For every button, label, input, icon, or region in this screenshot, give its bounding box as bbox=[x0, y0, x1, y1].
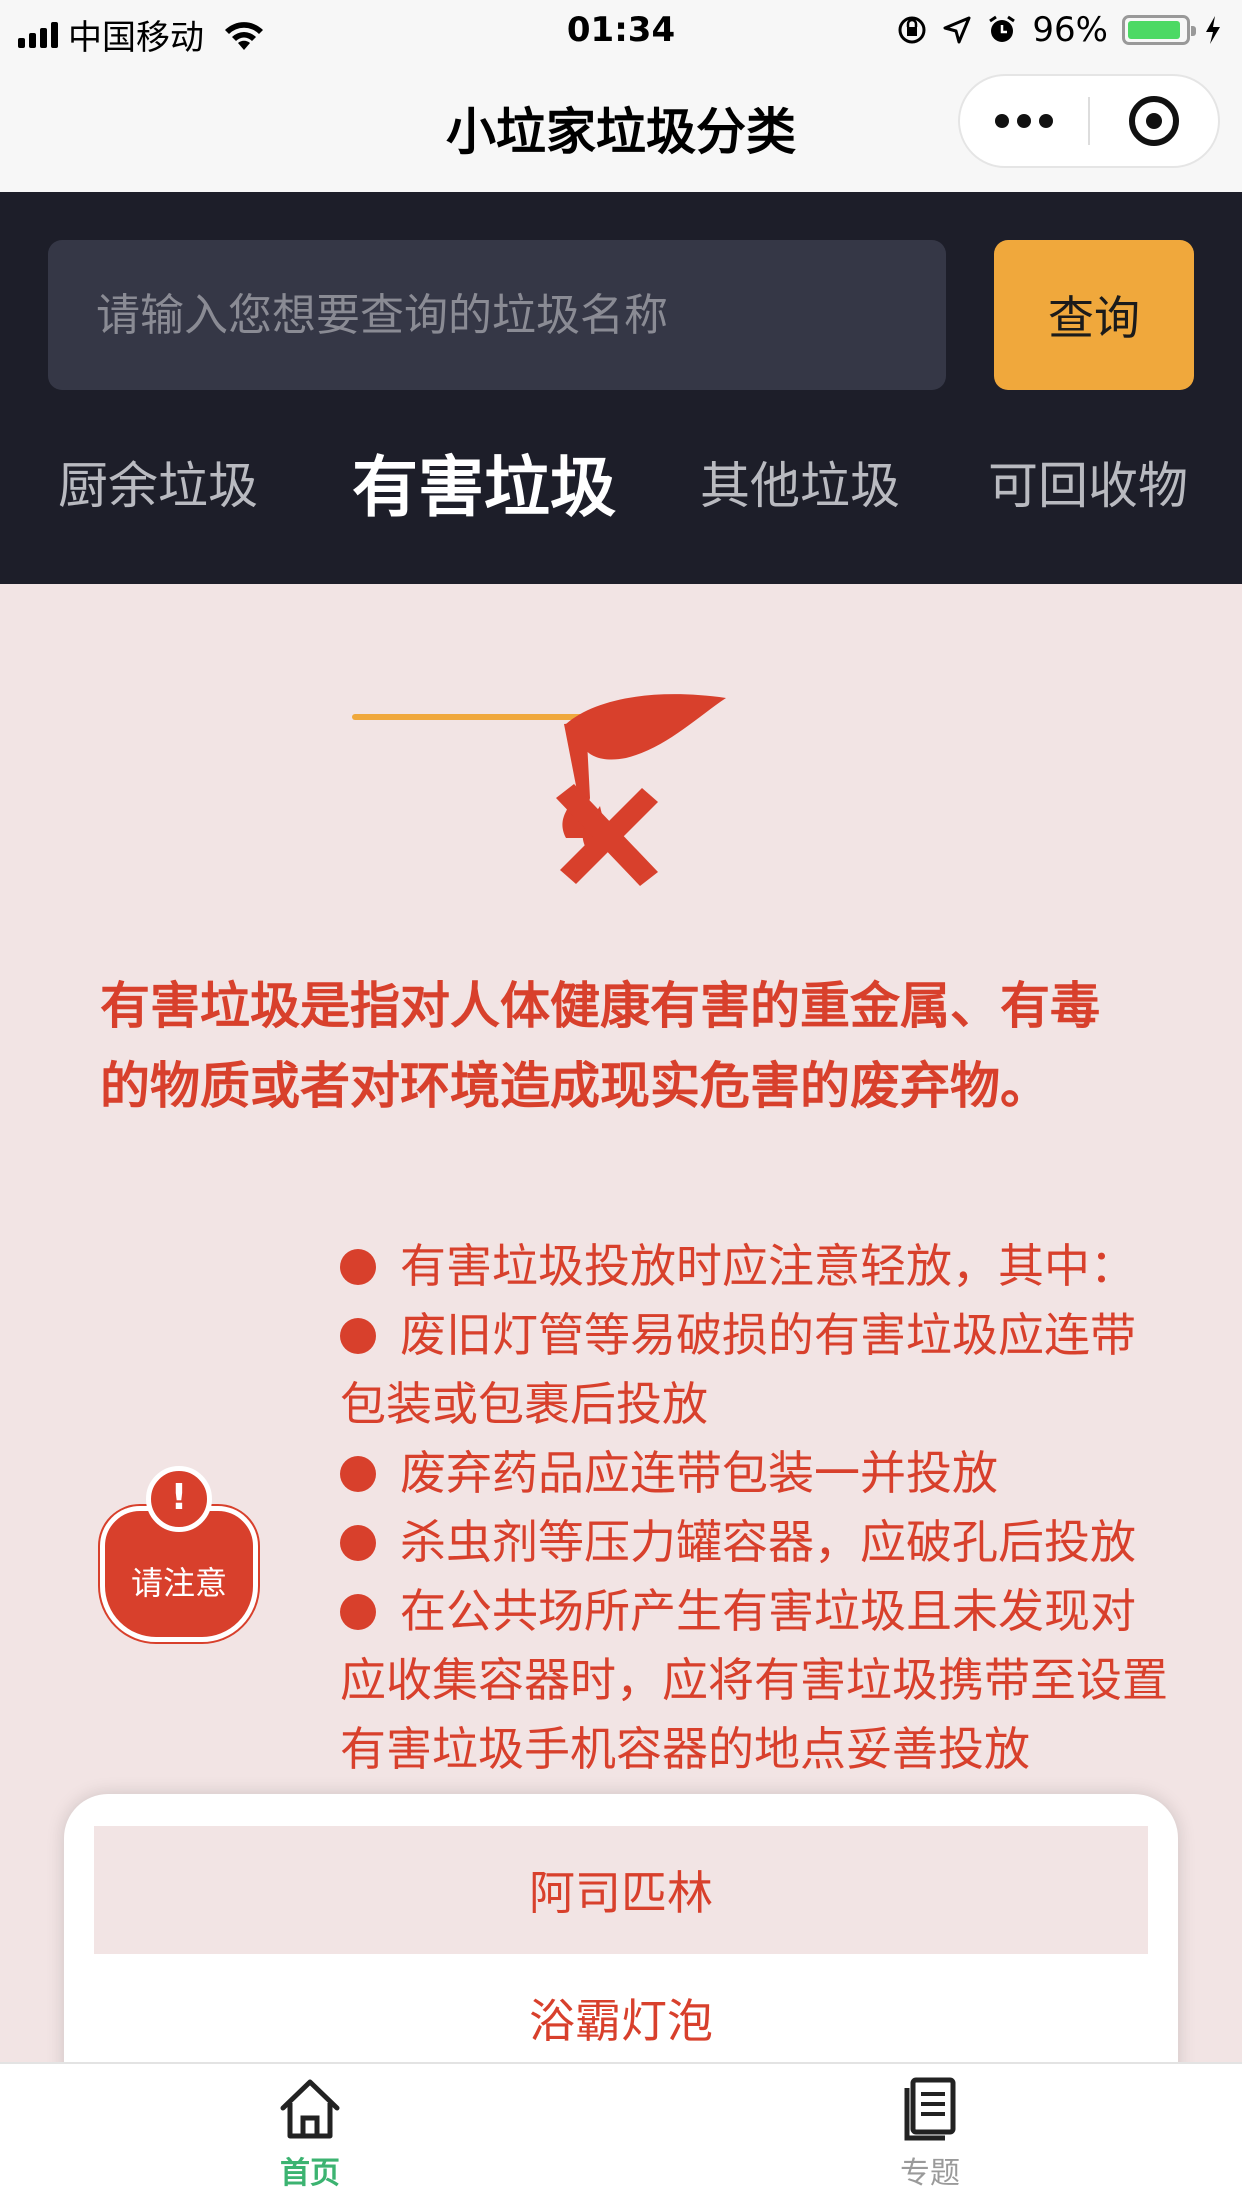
bullet-icon bbox=[340, 1594, 376, 1630]
tab-hazardous-waste[interactable]: 有害垃圾 bbox=[344, 422, 624, 542]
bullet-icon bbox=[340, 1525, 376, 1561]
note-item: 有害垃圾投放时应注意轻放，其中： bbox=[340, 1232, 1180, 1301]
tabbar-topics-label: 专题 bbox=[900, 2156, 960, 2191]
document-list-icon bbox=[904, 2077, 956, 2141]
tabbar-home-label: 首页 bbox=[280, 2156, 340, 2191]
bullet-icon bbox=[340, 1318, 376, 1354]
more-dots-icon[interactable] bbox=[960, 114, 1088, 128]
tab-other-waste[interactable]: 其他垃圾 bbox=[690, 422, 910, 542]
tab-kitchen-waste[interactable]: 厨余垃圾 bbox=[48, 422, 268, 542]
mini-program-capsule bbox=[958, 74, 1220, 168]
note-item: 在公共场所产生有害垃圾且未发现对应收集容器时，应将有害垃圾携带至设置有害垃圾手机… bbox=[340, 1584, 1168, 1776]
battery-icon bbox=[1122, 15, 1196, 45]
home-icon bbox=[280, 2079, 340, 2139]
nav-bar: 小垃家垃圾分类 bbox=[0, 62, 1242, 192]
battery-percent: 96% bbox=[1032, 10, 1108, 50]
tabbar-home[interactable]: 首页 bbox=[210, 2076, 410, 2192]
search-header: 查询 厨余垃圾 有害垃圾 其他垃圾 可回收物 bbox=[0, 192, 1242, 720]
target-close-icon[interactable] bbox=[1090, 96, 1218, 146]
charging-icon bbox=[1206, 16, 1220, 44]
note-item: 杀虫剂等压力罐容器，应破孔后投放 bbox=[340, 1508, 1180, 1577]
alarm-icon bbox=[989, 15, 1016, 42]
hazardous-waste-icon bbox=[556, 694, 726, 886]
bullet-icon bbox=[340, 1456, 376, 1492]
category-tabs: 厨余垃圾 有害垃圾 其他垃圾 可回收物 bbox=[0, 422, 1242, 720]
note-item: 废弃药品应连带包装一并投放 bbox=[340, 1439, 1180, 1508]
status-right: 96% bbox=[896, 10, 1222, 50]
attention-label: 请注意 bbox=[130, 1564, 227, 1602]
attention-badge: 请注意 ! bbox=[100, 1466, 258, 1646]
example-items-card: 阿司匹林 浴霸灯泡 bbox=[64, 1794, 1178, 2094]
tabbar-topics[interactable]: 专题 bbox=[830, 2076, 1030, 2192]
orientation-lock-icon bbox=[898, 16, 926, 44]
status-bar: 中国移动 01:34 96% bbox=[0, 0, 1242, 62]
exclamation-icon: ! bbox=[146, 1466, 212, 1532]
example-item[interactable]: 阿司匹林 bbox=[94, 1826, 1148, 1954]
search-input[interactable] bbox=[48, 240, 946, 390]
search-button[interactable]: 查询 bbox=[994, 240, 1194, 390]
tab-recyclables[interactable]: 可回收物 bbox=[978, 422, 1198, 542]
note-item: 废旧灯管等易破损的有害垃圾应连带包装或包裹后投放 bbox=[340, 1308, 1136, 1431]
bottom-tab-bar: 首页 专题 bbox=[0, 2062, 1242, 2208]
bullet-icon bbox=[340, 1249, 376, 1285]
category-description: 有害垃圾是指对人体健康有害的重金属、有毒的物质或者对环境造成现实危害的废弃物。 bbox=[100, 977, 1100, 1115]
location-icon bbox=[943, 16, 971, 44]
disposal-notes: 有害垃圾投放时应注意轻放，其中： 废旧灯管等易破损的有害垃圾应连带包装或包裹后投… bbox=[340, 1232, 1180, 1784]
